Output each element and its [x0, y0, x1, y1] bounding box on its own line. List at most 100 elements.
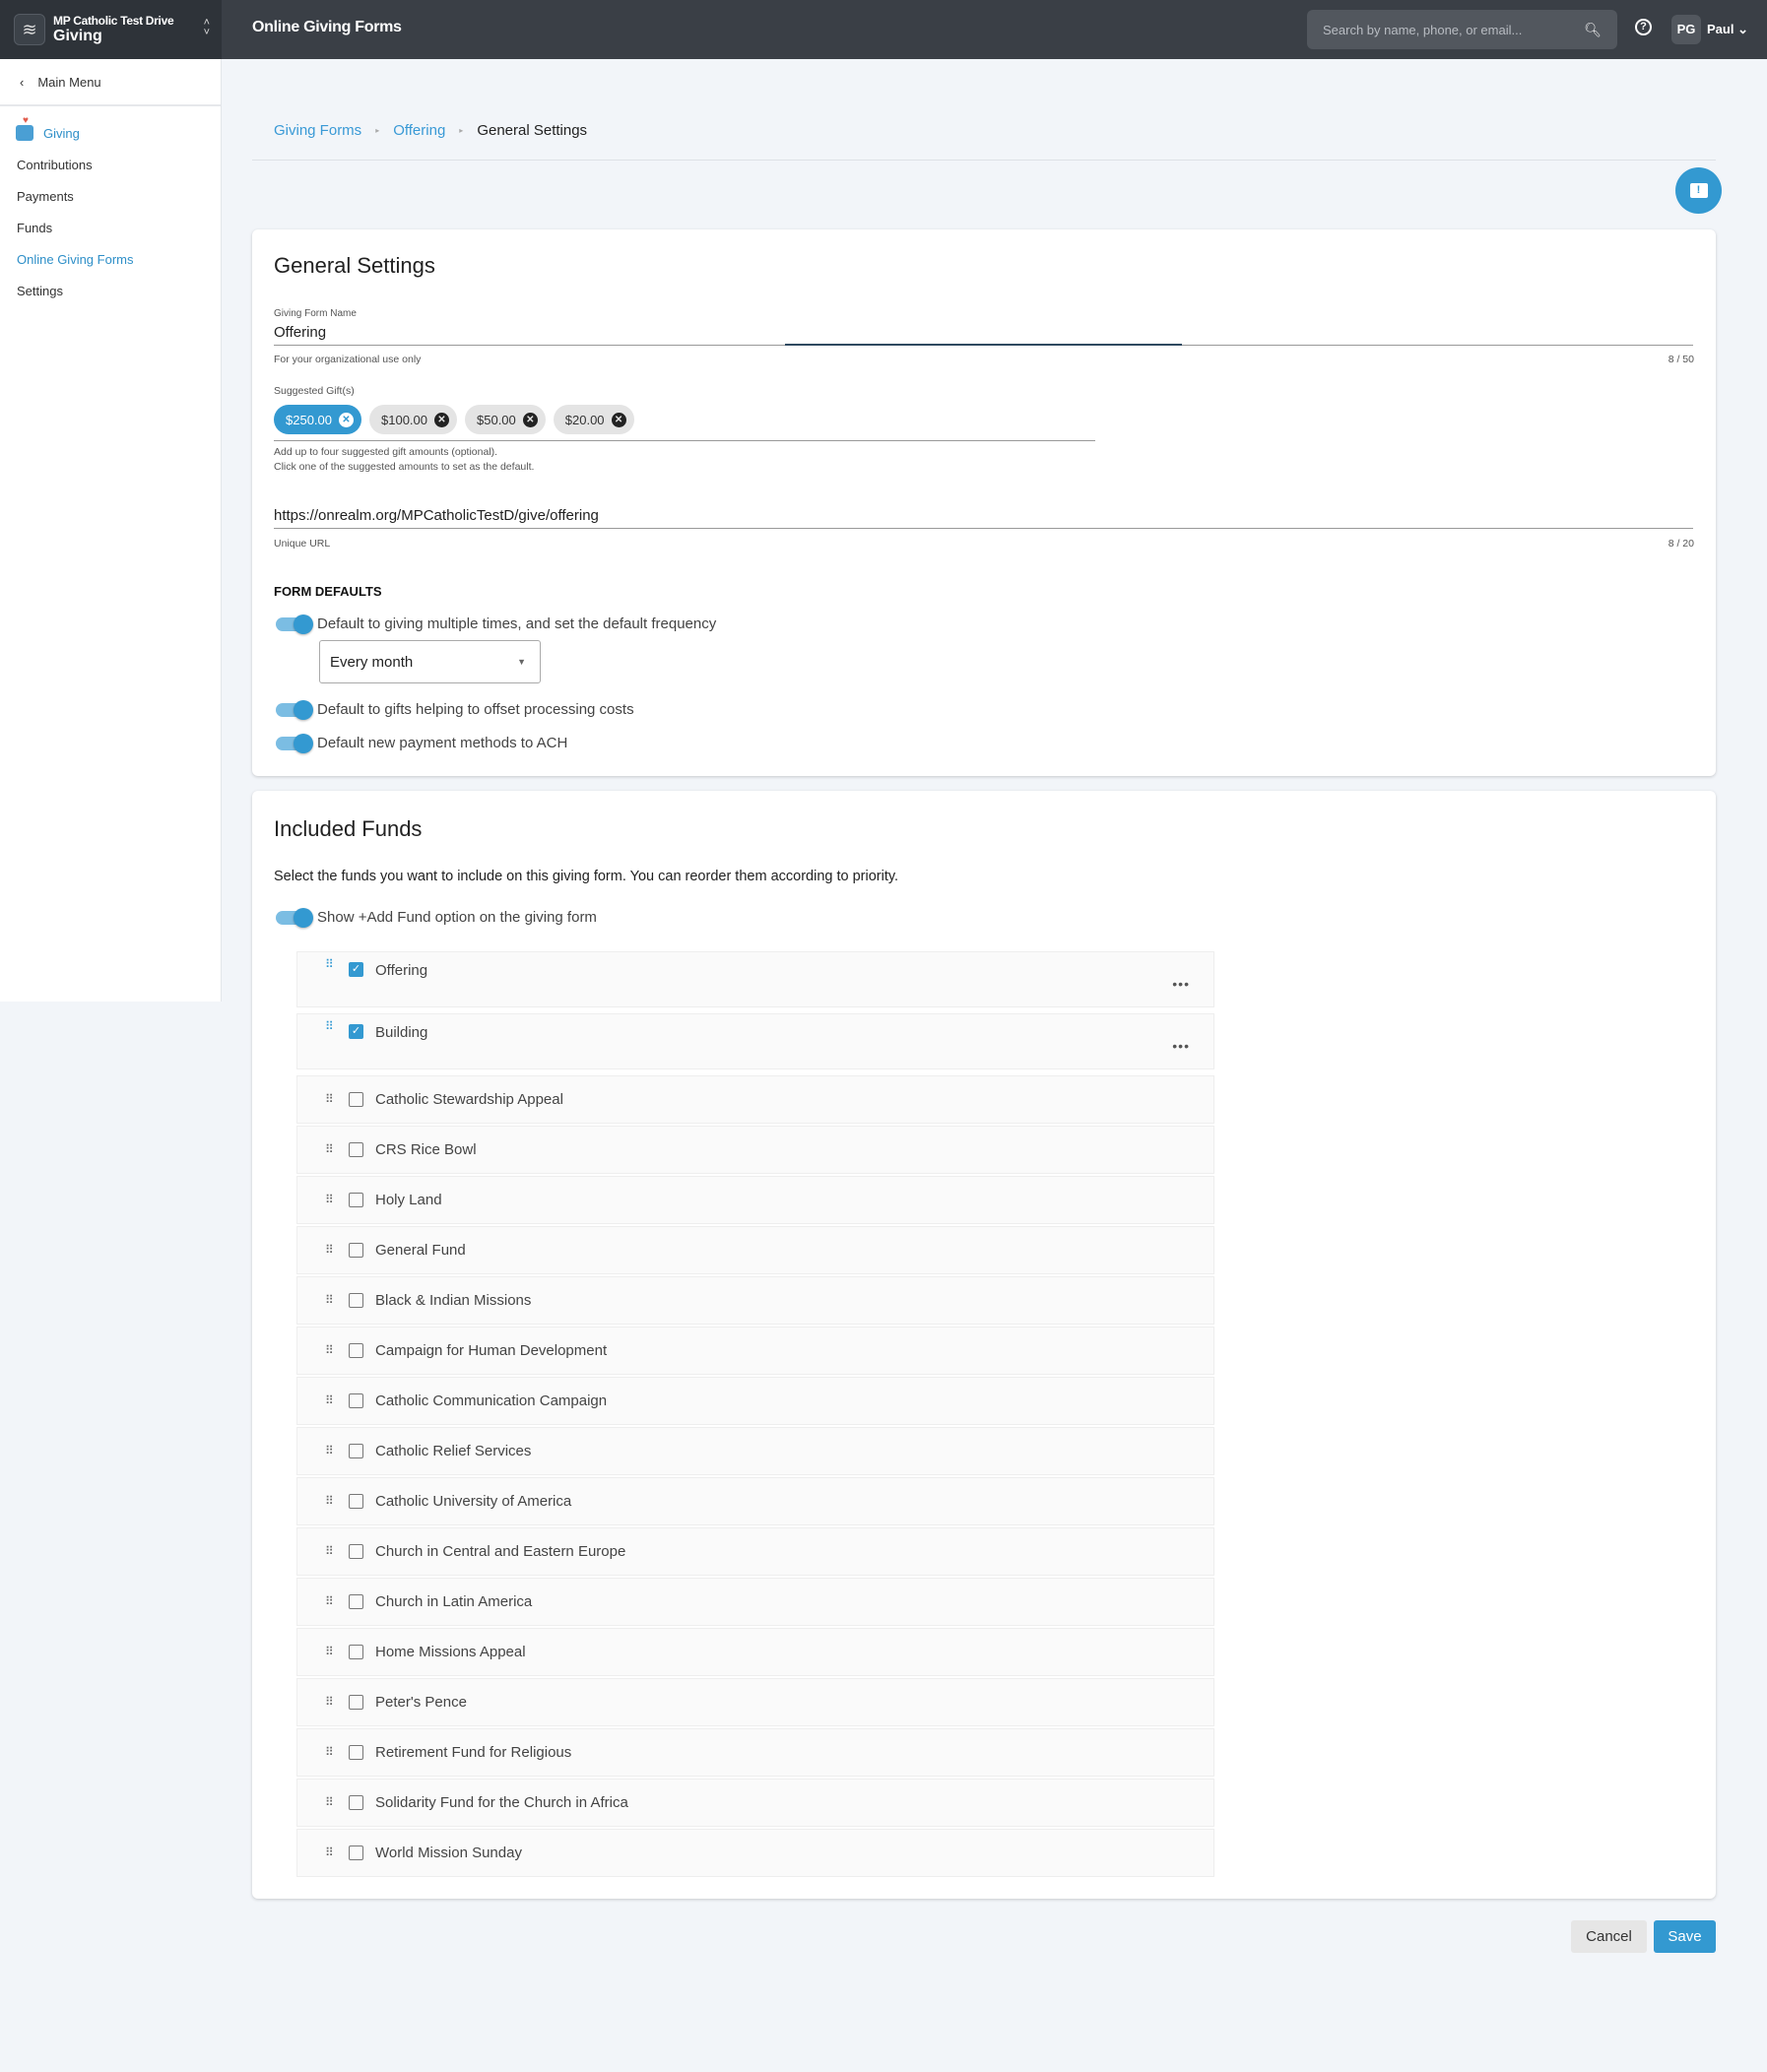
search-input[interactable]	[1323, 22, 1585, 37]
toggle-switch[interactable]	[276, 733, 313, 753]
fund-checkbox[interactable]	[349, 1092, 363, 1107]
remove-icon[interactable]: ✕	[339, 412, 354, 427]
remove-icon[interactable]: ✕	[434, 412, 449, 427]
fund-checkbox[interactable]	[349, 1393, 363, 1408]
fund-name: Catholic Relief Services	[375, 1443, 532, 1459]
gift-chip[interactable]: $20.00 ✕	[553, 405, 634, 434]
url-field[interactable]: https://onrealm.org/MPCatholicTestD/give…	[274, 507, 1693, 529]
fund-checkbox[interactable]	[349, 1142, 363, 1157]
search-box: 🔍︎	[1307, 10, 1617, 49]
fund-checkbox[interactable]	[349, 1444, 363, 1458]
user-menu[interactable]: Paul ⌄	[1707, 22, 1748, 37]
toggle-switch[interactable]	[276, 614, 313, 634]
funds-description: Select the funds you want to include on …	[274, 869, 899, 884]
url-input[interactable]: https://onrealm.org/MPCatholicTestD/give…	[274, 507, 1693, 524]
sidebar-item-funds[interactable]: Funds	[0, 213, 221, 244]
remove-icon[interactable]: ✕	[522, 412, 538, 427]
drag-handle-icon[interactable]: ⠿	[325, 1244, 335, 1256]
fund-checkbox[interactable]	[349, 1845, 363, 1860]
toggle-add-fund[interactable]: Show +Add Fund option on the giving form	[276, 907, 597, 928]
drag-handle-icon[interactable]: ⠿	[325, 1194, 335, 1205]
drag-handle-icon[interactable]: ⠿	[325, 1445, 335, 1457]
toggle-switch[interactable]	[276, 907, 313, 928]
drag-handle-icon[interactable]: ⠿	[325, 1746, 335, 1758]
divider	[252, 160, 1716, 161]
frequency-select[interactable]: Every month ▼	[319, 640, 541, 683]
fund-row: ⠿ Retirement Fund for Religious	[296, 1728, 1214, 1777]
toggle-switch[interactable]	[276, 699, 313, 720]
breadcrumb-offering[interactable]: Offering	[393, 122, 445, 139]
main-menu-label: Main Menu	[37, 74, 101, 90]
drag-handle-icon[interactable]: ⠿	[325, 1294, 335, 1306]
more-options-icon[interactable]: •••	[1172, 1038, 1190, 1054]
fund-checkbox[interactable]	[349, 1243, 363, 1258]
giving-icon	[16, 115, 33, 141]
chevron-left-icon: ‹	[20, 74, 25, 90]
fund-row: ⠿ Peter's Pence	[296, 1678, 1214, 1726]
toggle-ach[interactable]: Default new payment methods to ACH	[276, 733, 567, 753]
fund-checkbox[interactable]: ✓	[349, 1024, 363, 1039]
more-options-icon[interactable]: •••	[1172, 976, 1190, 992]
fund-checkbox[interactable]	[349, 1695, 363, 1710]
fund-row: ⠿ Catholic Communication Campaign	[296, 1377, 1214, 1425]
breadcrumb-separator-icon: ▸	[375, 126, 380, 135]
drag-handle-icon[interactable]: ⠿	[325, 1796, 335, 1808]
sidebar-section-giving[interactable]: Giving	[0, 115, 221, 150]
help-icon[interactable]: ?	[1635, 19, 1652, 35]
sidebar-item-online-giving-forms[interactable]: Online Giving Forms	[0, 244, 221, 276]
drag-handle-icon[interactable]: ⠿	[325, 1495, 335, 1507]
gift-amount: $20.00	[564, 412, 605, 427]
fund-checkbox[interactable]	[349, 1745, 363, 1760]
org-name: MP Catholic Test Drive	[53, 14, 174, 28]
fund-checkbox[interactable]	[349, 1293, 363, 1308]
drag-handle-icon[interactable]: ⠿	[325, 1646, 335, 1657]
form-name-field[interactable]: Offering	[274, 324, 1693, 346]
fund-checkbox[interactable]	[349, 1795, 363, 1810]
fund-row: ⠿ Catholic University of America	[296, 1477, 1214, 1525]
search-icon[interactable]: 🔍︎	[1584, 22, 1602, 38]
gift-chip[interactable]: $50.00 ✕	[465, 405, 546, 434]
drag-handle-icon[interactable]: ⠿	[325, 1344, 335, 1356]
fund-checkbox[interactable]	[349, 1494, 363, 1509]
drag-handle-icon[interactable]: ⠿	[325, 1696, 335, 1708]
drag-handle-icon[interactable]: ⠿	[325, 1093, 335, 1105]
breadcrumb: Giving Forms ▸ Offering ▸ General Settin…	[274, 122, 587, 139]
feedback-button[interactable]: !	[1675, 167, 1722, 214]
cancel-button[interactable]: Cancel	[1571, 1920, 1647, 1953]
fund-checkbox[interactable]: ✓	[349, 962, 363, 977]
drag-handle-icon[interactable]: ⠿	[325, 1846, 335, 1858]
gift-chip[interactable]: $100.00 ✕	[369, 405, 457, 434]
fund-checkbox[interactable]	[349, 1343, 363, 1358]
fund-row: ⠿ ✓ Building •••	[296, 1013, 1214, 1069]
sidebar-item-contributions[interactable]: Contributions	[0, 150, 221, 181]
drag-handle-icon[interactable]: ⠿	[325, 1020, 335, 1032]
app-switcher[interactable]: ≋ MP Catholic Test Drive Giving ˄ ˅	[0, 0, 222, 59]
fund-checkbox[interactable]	[349, 1544, 363, 1559]
avatar[interactable]: PG	[1671, 15, 1701, 44]
main-menu-link[interactable]: ‹ Main Menu	[0, 59, 221, 106]
fund-checkbox[interactable]	[349, 1594, 363, 1609]
drag-handle-icon[interactable]: ⠿	[325, 1143, 335, 1155]
gift-amount: $250.00	[286, 412, 332, 427]
remove-icon[interactable]: ✕	[611, 412, 626, 427]
drag-handle-icon[interactable]: ⠿	[325, 1595, 335, 1607]
form-name-helper: For your organizational use only	[274, 354, 422, 365]
save-button[interactable]: Save	[1654, 1920, 1716, 1953]
drag-handle-icon[interactable]: ⠿	[325, 1394, 335, 1406]
toggle-offset-costs[interactable]: Default to gifts helping to offset proce…	[276, 699, 634, 720]
fund-checkbox[interactable]	[349, 1645, 363, 1659]
top-bar: ≋ MP Catholic Test Drive Giving ˄ ˅ Onlin…	[0, 0, 1767, 59]
drag-handle-icon[interactable]: ⠿	[325, 958, 335, 970]
toggle-multiple-times[interactable]: Default to giving multiple times, and se…	[276, 614, 716, 634]
fund-row: ⠿ Black & Indian Missions	[296, 1276, 1214, 1325]
fund-name: Church in Central and Eastern Europe	[375, 1543, 626, 1560]
fund-row: ⠿ Home Missions Appeal	[296, 1628, 1214, 1676]
suggested-gifts-field: $250.00 ✕ $100.00 ✕ $50.00 ✕ $20.00 ✕	[274, 405, 1095, 441]
form-name-input[interactable]: Offering	[274, 324, 1693, 341]
drag-handle-icon[interactable]: ⠿	[325, 1545, 335, 1557]
breadcrumb-giving-forms[interactable]: Giving Forms	[274, 122, 361, 139]
fund-checkbox[interactable]	[349, 1193, 363, 1207]
gift-chip[interactable]: $250.00 ✕	[274, 405, 361, 434]
sidebar-item-settings[interactable]: Settings	[0, 276, 221, 307]
sidebar-item-payments[interactable]: Payments	[0, 181, 221, 213]
